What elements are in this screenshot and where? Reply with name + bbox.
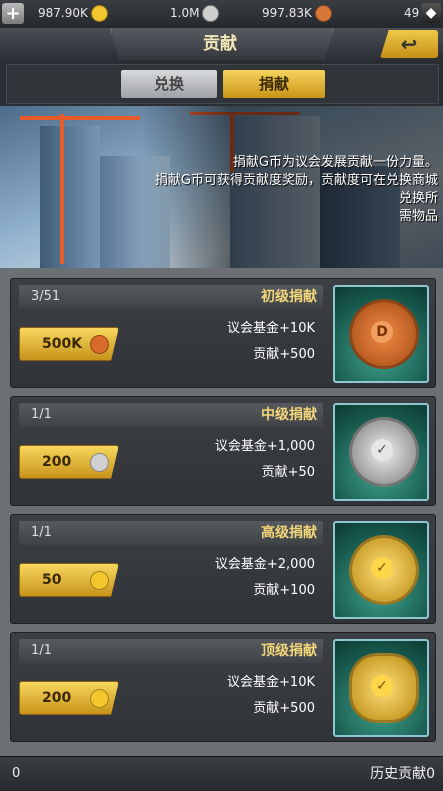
silver-coin-icon bbox=[90, 453, 109, 472]
silver-coin-stack-icon: ✓ bbox=[333, 403, 429, 501]
banner-line-2: 捐献G币可获得贡献度奖励，贡献度可在兑换商城兑换所 bbox=[154, 173, 438, 206]
donate-button[interactable]: 200 bbox=[19, 681, 119, 715]
donation-name: 中级捐献 bbox=[261, 407, 317, 423]
donation-count: 1/1 bbox=[31, 643, 52, 658]
council-fund-reward: 议会基金+10K bbox=[227, 321, 315, 336]
donation-name: 顶级捐献 bbox=[261, 643, 317, 659]
council-fund-reward: 议会基金+1,000 bbox=[214, 439, 315, 454]
tab-donate[interactable]: 捐献 bbox=[223, 70, 325, 98]
contribution-reward: 贡献+50 bbox=[261, 465, 315, 480]
resource-gold: 987.90K bbox=[38, 4, 108, 22]
donation-name: 初级捐献 bbox=[261, 289, 317, 305]
card-header: 1/1 高级捐献 bbox=[19, 521, 323, 545]
donation-count: 3/51 bbox=[31, 289, 61, 304]
page-title: 贡献 bbox=[203, 34, 237, 54]
council-fund-reward: 议会基金+2,000 bbox=[214, 557, 315, 572]
bronze-coin-icon bbox=[314, 5, 332, 22]
back-arrow-icon: ↩ bbox=[400, 32, 418, 56]
donation-count: 1/1 bbox=[31, 407, 52, 422]
contribution-reward: 贡献+500 bbox=[253, 701, 315, 716]
donation-card-top: 1/1 顶级捐献 议会基金+10K 贡献+500 200 ✓ bbox=[10, 632, 436, 742]
donation-card-basic: 3/51 初级捐献 议会基金+10K 贡献+500 500K D bbox=[10, 278, 436, 388]
donate-cost: 200 bbox=[42, 454, 72, 470]
gold-coin-icon bbox=[90, 5, 108, 22]
resource-bar: + 987.90K 1.0M 997.83K 49 ◆ bbox=[0, 0, 443, 29]
gold-coin-stack-icon: ✓ bbox=[333, 521, 429, 619]
resource-bronze-value: 997.83K bbox=[262, 6, 312, 20]
donate-button[interactable]: 500K bbox=[19, 327, 119, 361]
resource-bronze: 997.83K bbox=[262, 4, 332, 22]
donate-cost: 50 bbox=[42, 572, 62, 588]
silver-coin-icon bbox=[202, 5, 220, 22]
donate-button[interactable]: 50 bbox=[19, 563, 119, 597]
card-header: 1/1 中级捐献 bbox=[19, 403, 323, 427]
resource-gold-value: 987.90K bbox=[38, 6, 88, 20]
banner-line-3: 需物品 bbox=[398, 209, 438, 224]
banner-description: 捐献G币为议会发展贡献一份力量。 捐献G币可获得贡献度奖励，贡献度可在兑换商城兑… bbox=[150, 154, 438, 226]
resource-silver-value: 1.0M bbox=[170, 6, 200, 20]
resource-diamond: 49 bbox=[404, 4, 419, 22]
footer-bar: 0 历史贡献0 bbox=[0, 756, 443, 791]
footer-value: 0 bbox=[12, 766, 21, 781]
gold-coin-icon bbox=[90, 689, 109, 708]
bronze-coin-stack-icon: D bbox=[333, 285, 429, 383]
resource-silver: 1.0M bbox=[170, 4, 220, 22]
donation-name: 高级捐献 bbox=[261, 525, 317, 541]
donation-card-advanced: 1/1 高级捐献 议会基金+2,000 贡献+100 50 ✓ bbox=[10, 514, 436, 624]
gold-coin-icon bbox=[90, 571, 109, 590]
contribution-reward: 贡献+100 bbox=[253, 583, 315, 598]
card-header: 1/1 顶级捐献 bbox=[19, 639, 323, 663]
tab-exchange[interactable]: 兑换 bbox=[121, 70, 217, 98]
banner-image: 捐献G币为议会发展贡献一份力量。 捐献G币可获得贡献度奖励，贡献度可在兑换商城兑… bbox=[0, 106, 443, 268]
donate-button[interactable]: 200 bbox=[19, 445, 119, 479]
donation-card-intermediate: 1/1 中级捐献 议会基金+1,000 贡献+50 200 ✓ bbox=[10, 396, 436, 506]
add-resource-button[interactable]: + bbox=[2, 3, 24, 24]
donate-cost: 200 bbox=[42, 690, 72, 706]
gold-coin-pile-icon: ✓ bbox=[333, 639, 429, 737]
donation-count: 1/1 bbox=[31, 525, 52, 540]
banner-line-1: 捐献G币为议会发展贡献一份力量。 bbox=[232, 155, 438, 170]
diamond-icon[interactable]: ◆ bbox=[421, 3, 441, 23]
resource-diamond-value: 49 bbox=[404, 6, 420, 20]
donation-list: 3/51 初级捐献 议会基金+10K 贡献+500 500K D 1/1 中级捐… bbox=[0, 268, 443, 756]
bronze-coin-icon bbox=[90, 335, 109, 354]
card-header: 3/51 初级捐献 bbox=[19, 285, 323, 309]
back-button[interactable]: ↩ bbox=[380, 30, 438, 58]
council-fund-reward: 议会基金+10K bbox=[227, 675, 315, 690]
contribution-reward: 贡献+500 bbox=[253, 347, 315, 362]
donate-cost: 500K bbox=[42, 336, 83, 352]
history-contribution: 历史贡献0 bbox=[370, 766, 435, 782]
